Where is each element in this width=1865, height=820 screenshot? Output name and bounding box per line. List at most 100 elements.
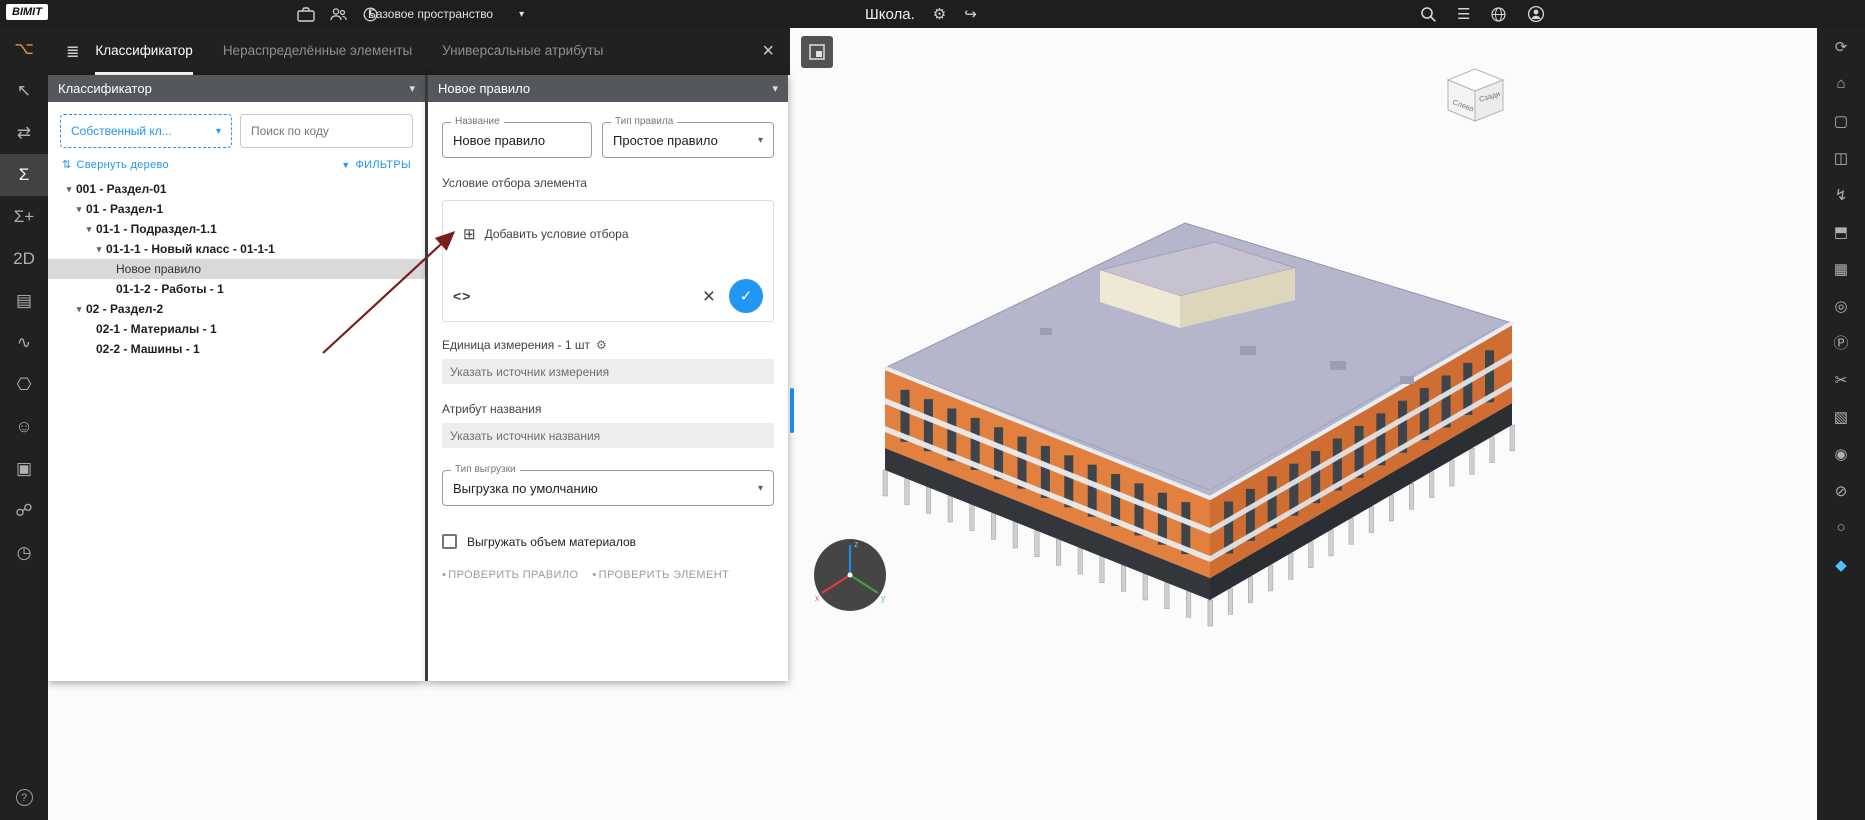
- account-avatar-icon[interactable]: [1527, 5, 1545, 23]
- focus-frame-icon[interactable]: [801, 36, 833, 68]
- check-element-button[interactable]: • ПРОВЕРИТЬ ЭЛЕМЕНТ: [592, 569, 729, 581]
- clash-detection-icon[interactable]: ↯: [1817, 176, 1865, 213]
- tree-node[interactable]: 01-1-2 - Работы - 1: [48, 279, 425, 299]
- tree-node[interactable]: ▾ 01-1 - Подраздел-1.1: [48, 219, 425, 239]
- app-logo[interactable]: BIMIT: [6, 4, 48, 20]
- caret-down-icon[interactable]: ▾: [82, 224, 96, 235]
- focus-element-icon[interactable]: ◎: [1817, 287, 1865, 324]
- home-view-icon[interactable]: ⌂: [1817, 65, 1865, 102]
- search-icon[interactable]: [1420, 6, 1437, 23]
- screenshot-icon[interactable]: ▢: [1817, 102, 1865, 139]
- unit-settings-icon[interactable]: ⚙: [596, 338, 607, 352]
- view-2d-icon[interactable]: 2D: [0, 238, 48, 280]
- section-box-icon[interactable]: ⬒: [1817, 213, 1865, 250]
- hierarchy-icon[interactable]: ▤: [0, 280, 48, 322]
- panel-collapse-icon[interactable]: ≣: [48, 28, 95, 75]
- relations-icon[interactable]: ⇄: [0, 112, 48, 154]
- dashboard-icon[interactable]: ◷: [0, 532, 48, 574]
- grid-icon[interactable]: ▦: [1817, 250, 1865, 287]
- menu-list-icon[interactable]: ☰: [1457, 5, 1470, 23]
- language-globe-icon[interactable]: [1490, 6, 1507, 23]
- confirm-button[interactable]: ✓: [729, 279, 763, 313]
- check-rule-label: ПРОВЕРИТЬ ПРАВИЛО: [448, 569, 579, 581]
- right-toolbar: ⟳ ⌂ ▢ ◫ ↯ ⬒ ▦ ◎ Ⓟ ✂ ▧ ◉ ⊘ ○ ◆: [1817, 28, 1865, 820]
- share-icon[interactable]: ↪: [964, 5, 977, 23]
- tab-unallocated-elements[interactable]: Нераспределённые элементы: [223, 28, 412, 75]
- caret-down-icon[interactable]: ▾: [72, 204, 86, 215]
- tree-node[interactable]: 02-1 - Материалы - 1: [48, 319, 425, 339]
- view-cube[interactable]: Слева Сзади: [1437, 64, 1513, 126]
- name-source-field[interactable]: Указать источник названия: [442, 423, 774, 448]
- collapse-caret-icon[interactable]: ▾: [772, 82, 778, 95]
- caret-down-icon[interactable]: ▾: [72, 304, 86, 315]
- caret-down-icon[interactable]: ▾: [92, 244, 106, 255]
- plugins-icon[interactable]: ⎔: [0, 364, 48, 406]
- team-users-icon[interactable]: [329, 6, 348, 22]
- close-panel-icon[interactable]: ×: [762, 28, 774, 75]
- unit-source-field[interactable]: Указать источник измерения: [442, 359, 774, 384]
- code-search-field[interactable]: [240, 114, 413, 148]
- visibility-icon[interactable]: ◉: [1817, 435, 1865, 472]
- tree-node-label: Новое правило: [116, 262, 201, 276]
- bullet-icon: •: [592, 569, 597, 581]
- viewport-3d[interactable]: Слева Сзади x y z ≣ Классификатор Нерасп…: [48, 28, 1817, 820]
- code-view-button[interactable]: <>: [453, 288, 471, 304]
- code-search-input[interactable]: [241, 124, 412, 138]
- filters-button[interactable]: ▼ ФИЛЬТРЫ: [341, 159, 411, 171]
- rule-panel-header[interactable]: Новое правило ▾: [428, 75, 788, 102]
- hide-element-icon[interactable]: ⊘: [1817, 472, 1865, 509]
- tree-node-label: 01-1-1 - Новый класс - 01-1-1: [106, 242, 275, 256]
- settings-gear-icon[interactable]: ⚙: [933, 5, 946, 23]
- materials-volume-checkbox[interactable]: [442, 534, 457, 549]
- collapse-tree-button[interactable]: ⇅ Свернуть дерево: [62, 158, 169, 172]
- topbar: BIMIT Базовое пространство ▾ Школа. ⚙ ↪ …: [0, 0, 1865, 28]
- tree-node[interactable]: ▾ 01 - Раздел-1: [48, 199, 425, 219]
- classifier-structure-icon[interactable]: ⌥: [0, 28, 48, 70]
- tree-node[interactable]: ▾ 02 - Раздел-2: [48, 299, 425, 319]
- navigation-gizmo[interactable]: x y z: [808, 533, 892, 617]
- collapse-caret-icon[interactable]: ▾: [409, 82, 415, 95]
- check-rule-button[interactable]: • ПРОВЕРИТЬ ПРАВИЛО: [442, 569, 578, 581]
- tab-universal-attributes[interactable]: Универсальные атрибуты: [442, 28, 603, 75]
- classifier-select-value: Собственный кл...: [71, 124, 172, 138]
- rule-name-value: Новое правило: [453, 132, 546, 148]
- projects-briefcase-icon[interactable]: [297, 6, 315, 23]
- help-icon[interactable]: ?: [15, 789, 33, 806]
- workspace-selector[interactable]: Базовое пространство ▾: [368, 0, 524, 28]
- viewport-layout-icon[interactable]: ◫: [1817, 139, 1865, 176]
- hide-region-icon[interactable]: ▧: [1817, 398, 1865, 435]
- user-location-icon[interactable]: ☍: [0, 490, 48, 532]
- tab-classifier[interactable]: Классификатор: [95, 28, 193, 75]
- tree-node[interactable]: ▾ 001 - Раздел-01: [48, 179, 425, 199]
- cancel-button[interactable]: ×: [703, 286, 715, 307]
- caret-down-icon[interactable]: ▾: [62, 184, 76, 195]
- materials-volume-label: Выгружать объем материалов: [467, 534, 637, 549]
- chart-icon[interactable]: ∿: [0, 322, 48, 364]
- tree-node[interactable]: 02-2 - Машины - 1: [48, 339, 425, 359]
- rule-panel-scrollbar[interactable]: [790, 388, 794, 433]
- orbit-view-icon[interactable]: ⟳: [1817, 28, 1865, 65]
- collections-icon[interactable]: ▣: [0, 448, 48, 490]
- classifier-panel-header[interactable]: Классификатор ▾: [48, 75, 425, 102]
- sum-rules-icon[interactable]: Σ: [0, 154, 48, 196]
- tree-node[interactable]: ▾ 01-1-1 - Новый класс - 01-1-1: [48, 239, 425, 259]
- tree-node[interactable]: Новое правило: [48, 259, 425, 279]
- classifier-select[interactable]: Собственный кл... ▾: [60, 114, 232, 148]
- tab-label: Нераспределённые элементы: [222, 42, 413, 58]
- select-tool-icon[interactable]: ↖: [0, 70, 48, 112]
- plan-mode-icon[interactable]: Ⓟ: [1817, 324, 1865, 361]
- section-cut-icon[interactable]: ✂: [1817, 361, 1865, 398]
- rule-panel: Новое правило ▾ Название Новое правило Т…: [428, 75, 788, 681]
- sum-add-icon[interactable]: Σ+: [0, 196, 48, 238]
- rule-name-field[interactable]: Название Новое правило: [442, 116, 592, 158]
- project-title: Школа.: [865, 5, 915, 23]
- model-cube-icon[interactable]: ◆: [1817, 546, 1865, 583]
- rule-type-select[interactable]: Тип правила Простое правило ▾: [602, 116, 774, 158]
- add-condition-button[interactable]: ⊞ Добавить условие отбора: [463, 225, 763, 243]
- rule-type-value: Простое правило: [613, 132, 718, 148]
- tree-node-label: 02 - Раздел-2: [86, 302, 164, 316]
- export-type-select[interactable]: Тип выгрузки Выгрузка по умолчанию ▾: [442, 464, 774, 506]
- isolate-icon[interactable]: ○: [1817, 509, 1865, 546]
- check-element-label: ПРОВЕРИТЬ ЭЛЕМЕНТ: [598, 569, 730, 581]
- user-roles-icon[interactable]: ☺: [0, 406, 48, 448]
